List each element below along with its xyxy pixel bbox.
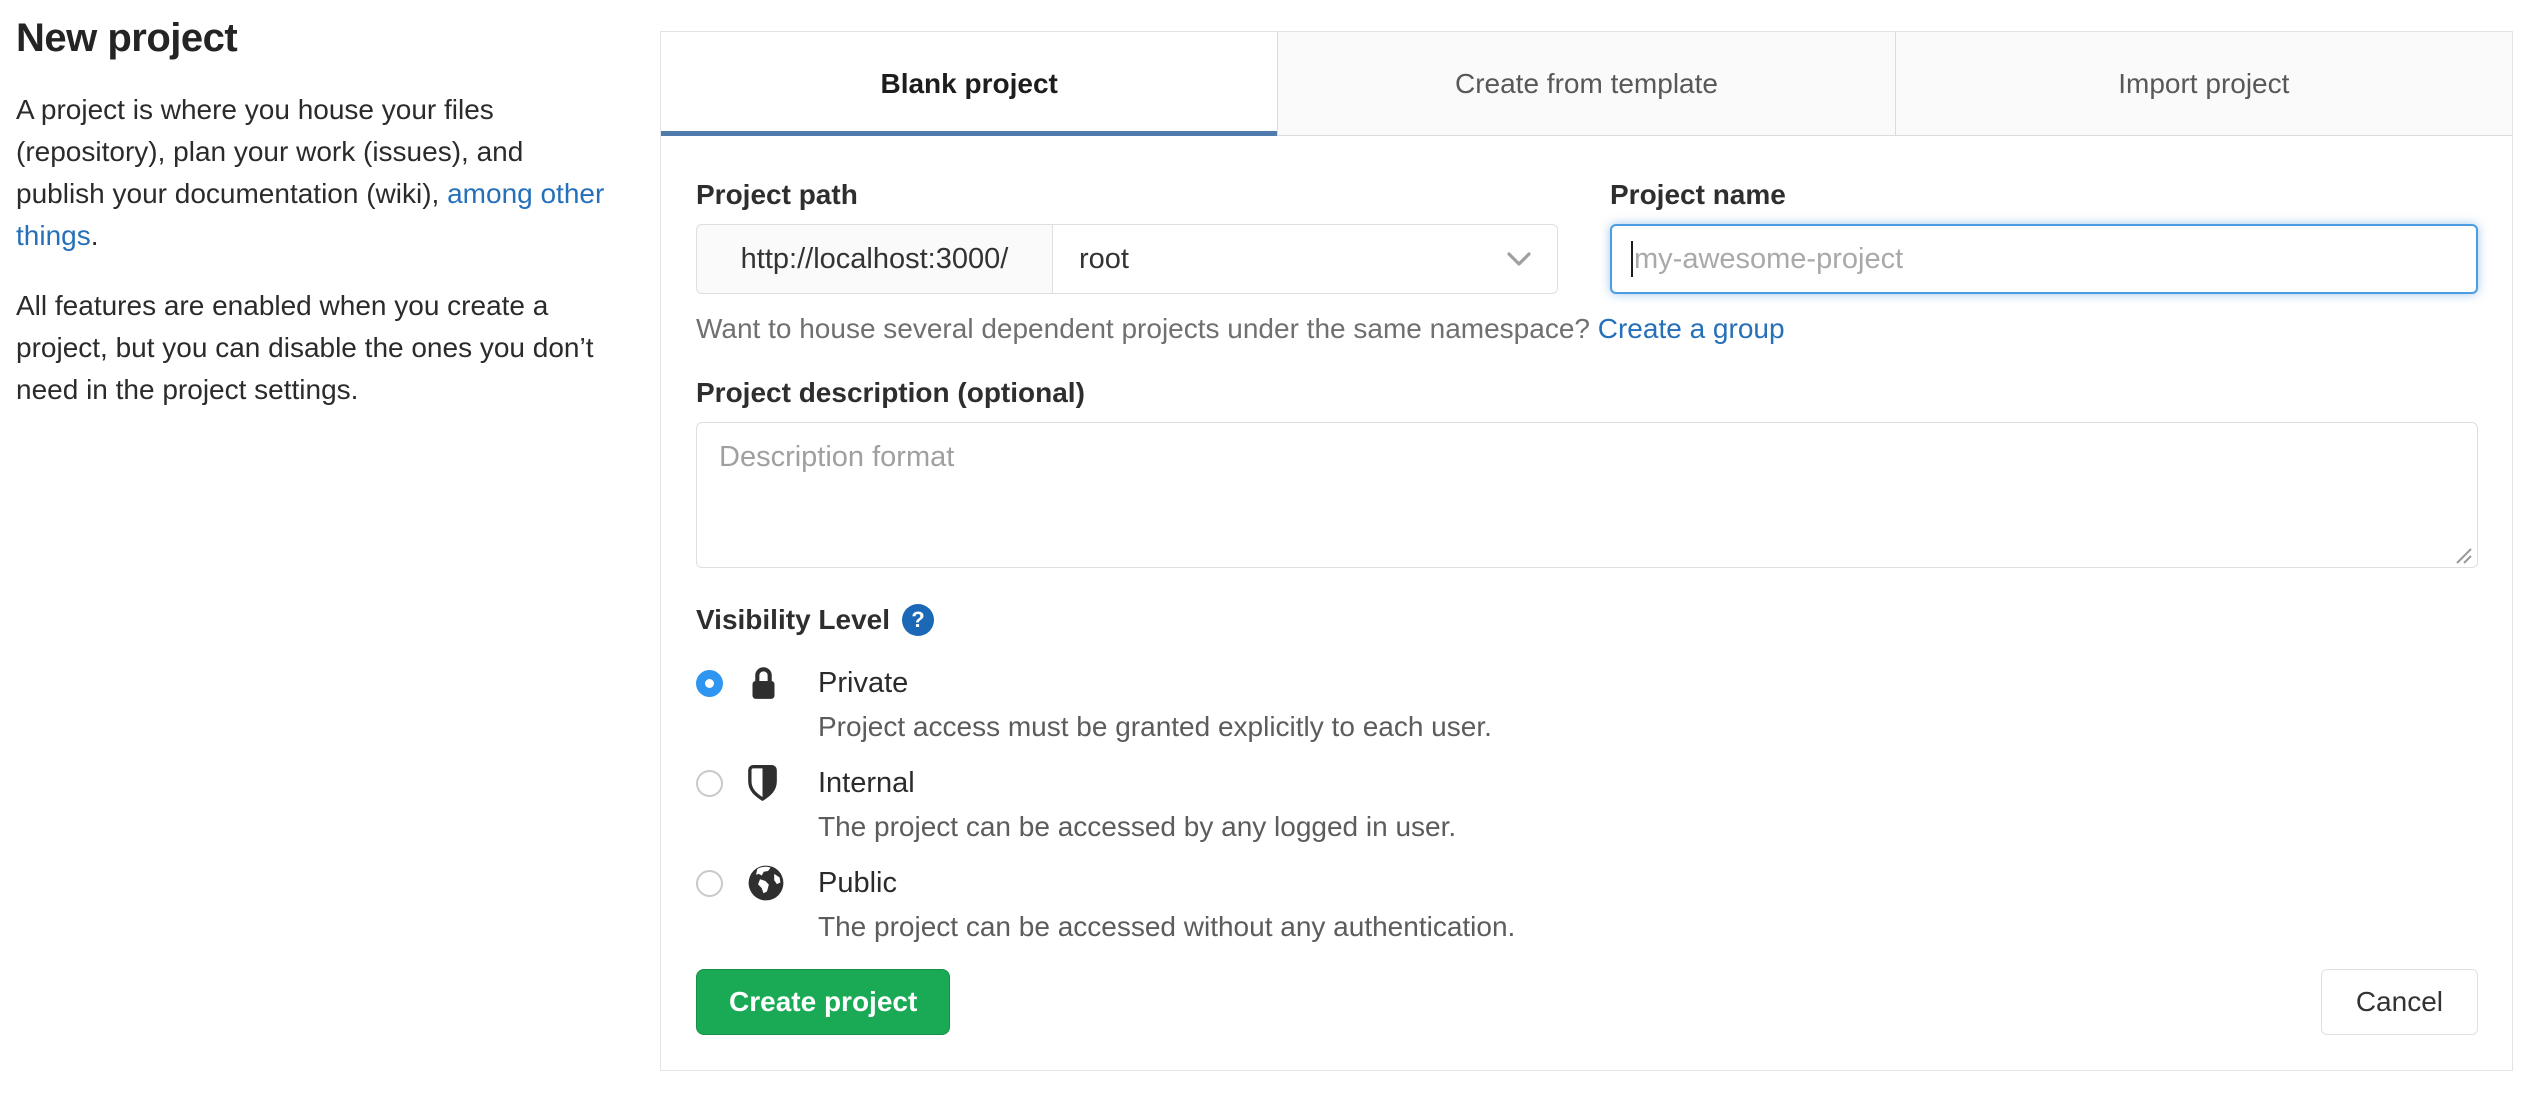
radio-private[interactable]: Private bbox=[696, 661, 2478, 705]
option-internal-description: The project can be accessed by any logge… bbox=[818, 811, 1457, 842]
option-public-description: The project can be accessed without any … bbox=[818, 911, 1516, 942]
visibility-level-label: Visibility Level bbox=[696, 604, 891, 635]
project-name-label: Project name bbox=[1610, 179, 1786, 210]
radio-unselected-icon[interactable] bbox=[696, 869, 723, 897]
visibility-option-internal: Internal The project can be accessed by … bbox=[696, 761, 2478, 845]
new-project-sidebar: New project A project is where you house… bbox=[16, 16, 616, 411]
radio-unselected-icon[interactable] bbox=[696, 769, 723, 797]
namespace-help-text: Want to house several dependent projects… bbox=[696, 313, 1598, 344]
project-type-tabs: Blank project Create from template Impor… bbox=[661, 32, 2512, 136]
cancel-button[interactable]: Cancel bbox=[2320, 969, 2478, 1035]
intro-paragraph: A project is where you house your files … bbox=[16, 89, 616, 257]
option-public-label: Public bbox=[818, 866, 897, 899]
tab-blank-project[interactable]: Blank project bbox=[661, 32, 1278, 136]
text-caret bbox=[1631, 241, 1633, 277]
option-internal-label: Internal bbox=[818, 766, 915, 799]
create-a-group-link[interactable]: Create a group bbox=[1598, 313, 1785, 344]
visibility-options: Private Project access must be granted e… bbox=[696, 661, 2478, 945]
shield-icon bbox=[748, 765, 777, 802]
lock-icon bbox=[752, 667, 775, 699]
tab-import-project[interactable]: Import project bbox=[1894, 32, 2512, 135]
tab-create-from-template[interactable]: Create from template bbox=[1277, 32, 1895, 135]
features-paragraph: All features are enabled when you create… bbox=[16, 290, 594, 405]
globe-icon bbox=[748, 865, 784, 901]
page-title: New project bbox=[16, 16, 238, 60]
radio-internal[interactable]: Internal bbox=[696, 761, 2478, 805]
project-name-input[interactable] bbox=[1610, 224, 2478, 294]
project-path-label: Project path bbox=[696, 179, 858, 210]
visibility-option-public: Public The project can be accessed witho… bbox=[696, 861, 2478, 945]
create-project-button[interactable]: Create project bbox=[696, 969, 951, 1035]
visibility-option-private: Private Project access must be granted e… bbox=[696, 661, 2478, 745]
option-private-label: Private bbox=[818, 666, 909, 699]
new-project-panel: Blank project Create from template Impor… bbox=[660, 31, 2513, 1071]
option-private-description: Project access must be granted explicitl… bbox=[818, 711, 1492, 742]
project-description-label: Project description (optional) bbox=[696, 377, 1085, 408]
help-icon[interactable]: ? bbox=[902, 604, 935, 636]
url-prefix-addon: http://localhost:3000/ bbox=[696, 224, 1052, 294]
radio-public[interactable]: Public bbox=[696, 861, 2478, 905]
chevron-down-icon bbox=[1507, 252, 1531, 266]
project-description-textarea[interactable] bbox=[696, 422, 2478, 568]
blank-project-form: Project path http://localhost:3000/ root… bbox=[661, 136, 2512, 1071]
namespace-selected-value: root bbox=[1079, 242, 1129, 275]
namespace-select[interactable]: root bbox=[1052, 224, 1558, 294]
radio-selected-icon[interactable] bbox=[696, 669, 723, 697]
intro-text-end: . bbox=[90, 220, 99, 251]
namespace-help: Want to house several dependent projects… bbox=[696, 310, 2478, 348]
